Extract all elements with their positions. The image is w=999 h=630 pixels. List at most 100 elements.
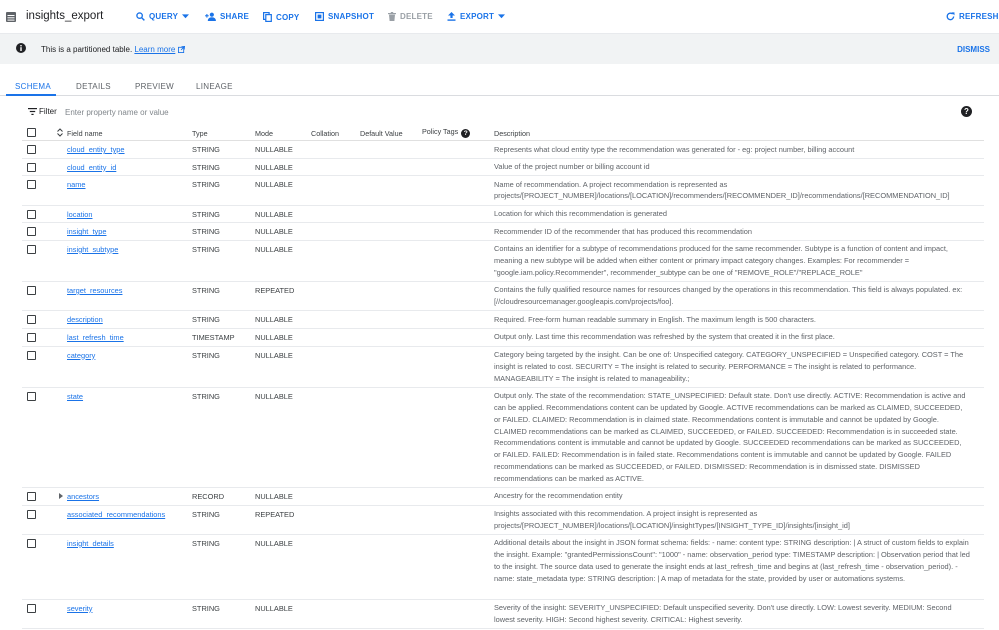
row-checkbox[interactable] [27, 603, 36, 613]
field-mode: NULLABLE [255, 145, 293, 154]
field-description: Required. Free-form human readable summa… [494, 314, 816, 324]
dismiss-button[interactable]: DISMISS [957, 45, 990, 54]
field-name-link[interactable]: ancestors [67, 492, 99, 501]
row-checkbox[interactable] [27, 227, 36, 237]
column-field-name[interactable]: Field name [67, 129, 103, 138]
field-name-link[interactable]: description [67, 315, 103, 324]
chevron-down-icon [498, 14, 506, 19]
field-mode: NULLABLE [255, 227, 293, 237]
row-checkbox[interactable] [27, 244, 36, 254]
help-icon[interactable]: ? [461, 129, 471, 138]
field-description: Ancestry for the recommendation entity [494, 491, 623, 501]
sort-icon[interactable] [57, 128, 63, 137]
row-checkbox[interactable] [27, 491, 36, 501]
row-checkbox[interactable] [27, 350, 36, 360]
field-name-link[interactable]: category [67, 351, 95, 360]
field-mode: NULLABLE [255, 491, 293, 501]
tab-schema[interactable]: SCHEMA [15, 82, 51, 91]
row-checkbox[interactable] [27, 315, 36, 325]
field-type: STRING [192, 509, 220, 519]
field-name-link[interactable]: state [67, 392, 83, 401]
field-name-link[interactable]: severity [67, 604, 92, 613]
snapshot-button[interactable]: SNAPSHOT [315, 12, 374, 21]
refresh-button[interactable]: REFRESH [946, 12, 999, 21]
tab-lineage[interactable]: LINEAGE [196, 82, 233, 91]
field-description: Severity of the insight: SEVERITY_UNSPEC… [494, 603, 952, 624]
row-checkbox[interactable] [27, 509, 36, 519]
field-mode: NULLABLE [255, 162, 293, 172]
field-name-link[interactable]: cloud_entity_id [67, 163, 116, 172]
field-type: STRING [192, 162, 220, 172]
table-row: severity STRING NULLABLE Severity of the in… [22, 600, 984, 629]
schema-table: Field name Type Mode Collation Default V… [22, 124, 984, 629]
filter-icon [28, 108, 37, 115]
table-row: description STRING NULLABLE Required. Free-… [22, 311, 984, 329]
tab-bar: SCHEMA DETAILS PREVIEW LINEAGE [0, 76, 999, 96]
row-checkbox[interactable] [27, 285, 36, 295]
table-row: insight_subtype STRING NULLABLE Contains an… [22, 241, 984, 282]
export-icon [447, 12, 456, 21]
banner-message: This is a partitioned table. Learn more [41, 45, 185, 54]
field-mode: NULLABLE [255, 391, 293, 401]
help-icon[interactable]: ? [961, 106, 972, 117]
field-name-link[interactable]: insight_type [67, 227, 106, 236]
row-checkbox[interactable] [27, 162, 36, 172]
field-mode: NULLABLE [255, 209, 293, 219]
search-icon [136, 12, 145, 21]
field-name-link[interactable]: name [67, 180, 86, 189]
export-button[interactable]: EXPORT [447, 12, 506, 21]
field-type: STRING [192, 350, 220, 360]
tab-details[interactable]: DETAILS [76, 82, 111, 91]
row-checkbox[interactable] [27, 145, 36, 154]
add-person-icon [205, 12, 216, 21]
field-type: TIMESTAMP [192, 332, 235, 342]
learn-more-link[interactable]: Learn more [134, 45, 175, 54]
field-description: Contains the fully qualified resource na… [494, 285, 963, 307]
table-row: name STRING NULLABLE Name of recommendation… [22, 176, 984, 206]
query-button[interactable]: QUERY [136, 12, 190, 21]
copy-button[interactable]: COPY [263, 12, 299, 22]
share-button[interactable]: SHARE [205, 12, 249, 21]
field-description: Output only. Last time this recommendati… [494, 332, 835, 342]
field-description: Value of the project number or billing a… [494, 162, 650, 172]
row-checkbox[interactable] [27, 391, 36, 401]
field-name-link[interactable]: associated_recommendations [67, 510, 165, 519]
field-description: Insights associated with this recommenda… [494, 509, 850, 530]
column-description: Description [494, 129, 530, 138]
row-checkbox[interactable] [27, 332, 36, 342]
table-row: insight_details STRING NULLABLE Additional … [22, 535, 984, 600]
active-tab-indicator [6, 94, 56, 96]
row-checkbox[interactable] [27, 538, 36, 548]
field-name-link[interactable]: target_resources [67, 286, 122, 295]
snapshot-icon [315, 12, 324, 21]
field-mode: NULLABLE [255, 538, 293, 548]
field-name-link[interactable]: insight_subtype [67, 245, 118, 254]
field-name-link[interactable]: cloud_entity_type [67, 145, 125, 154]
field-name-link[interactable]: insight_details [67, 539, 114, 548]
column-type: Type [192, 129, 208, 138]
field-description: Additional details about the insight in … [494, 538, 970, 583]
table-row: last_refresh_time TIMESTAMP NULLABLE Output… [22, 329, 984, 347]
field-type: STRING [192, 145, 220, 154]
tab-preview[interactable]: PREVIEW [135, 82, 174, 91]
field-name-link[interactable]: location [67, 210, 92, 219]
field-mode: REPEATED [255, 285, 295, 295]
toolbar: insights_export QUERY SHARE COPY SNAPSHO… [0, 0, 999, 34]
table-row: state STRING NULLABLE Output only. The stat… [22, 388, 984, 488]
table-row: cloud_entity_id STRING NULLABLE Value of th… [22, 159, 984, 177]
filter-input[interactable] [65, 105, 365, 119]
field-mode: NULLABLE [255, 180, 293, 190]
delete-button[interactable]: DELETE [388, 12, 433, 21]
row-checkbox[interactable] [27, 209, 36, 219]
field-type: STRING [192, 285, 220, 295]
expand-arrow-icon[interactable] [59, 492, 63, 499]
copy-icon [263, 12, 272, 22]
field-name-link[interactable]: last_refresh_time [67, 333, 124, 342]
table-icon [6, 12, 16, 22]
select-all-checkbox[interactable] [27, 128, 36, 137]
row-checkbox[interactable] [27, 180, 36, 190]
page-title: insights_export [26, 10, 104, 22]
field-type: STRING [192, 391, 220, 401]
field-description: Represents what cloud entity type the re… [494, 144, 855, 154]
field-type: STRING [192, 244, 220, 254]
